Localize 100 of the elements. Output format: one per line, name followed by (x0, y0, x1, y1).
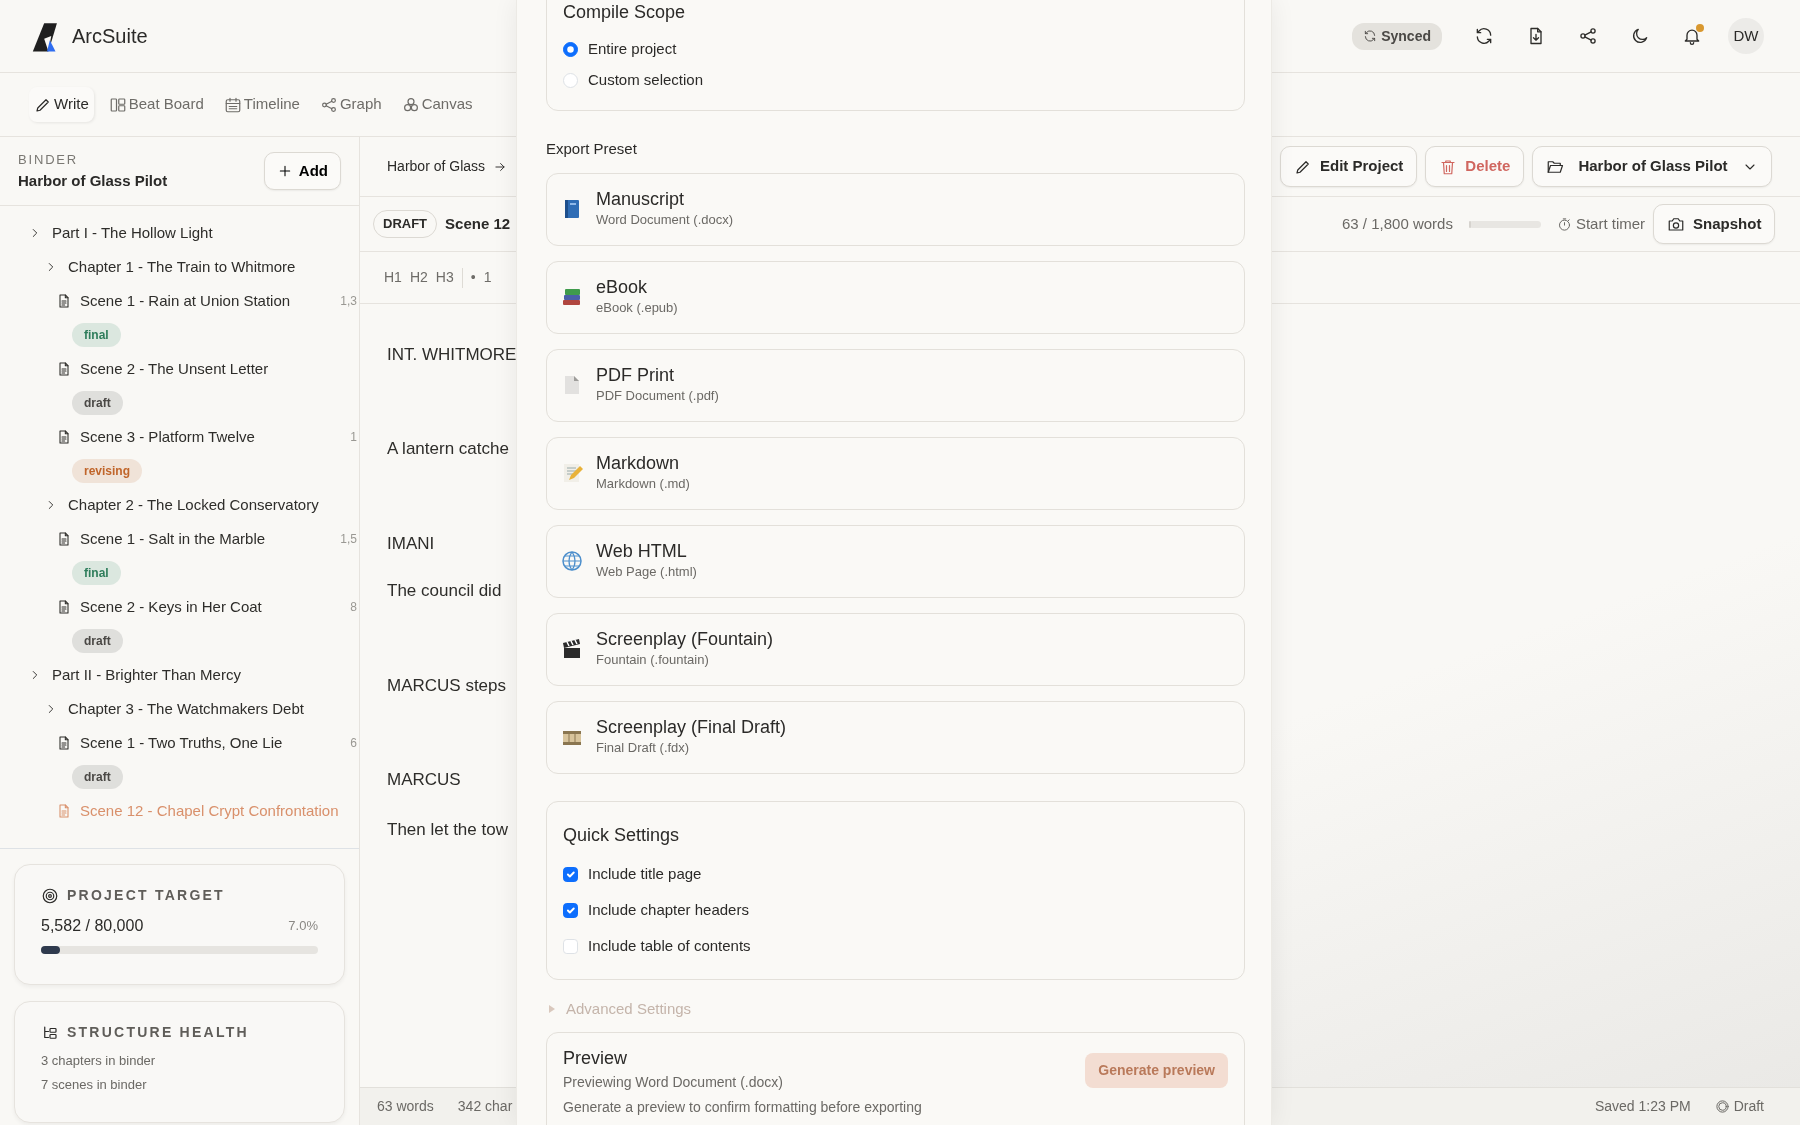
view-tab[interactable]: Canvas (396, 87, 478, 122)
checkbox[interactable] (563, 903, 578, 918)
option-label: Include chapter headers (588, 900, 749, 921)
document-icon (56, 429, 72, 445)
script-line: A lantern catche (387, 438, 509, 460)
status-tag: revising (72, 459, 143, 483)
refresh-icon[interactable] (1474, 26, 1494, 46)
section-title: Preview (563, 1047, 629, 1070)
camera-icon (1667, 215, 1686, 233)
preset-name: Web HTML (596, 540, 688, 562)
circles-icon (401, 95, 420, 114)
preset-option[interactable]: PDF Print PDF Document (.pdf) (546, 348, 1245, 422)
binder-item[interactable]: Part II - Brighter Than Mercy (0, 658, 359, 692)
trash-icon (1439, 157, 1458, 176)
rings-icon (1714, 1099, 1730, 1114)
preset-option[interactable]: Manuscript Word Document (.docx) (546, 172, 1245, 246)
option-label: Custom selection (588, 70, 704, 91)
snapshot-button[interactable]: Snapshot (1653, 203, 1776, 245)
sync-status: Synced (1352, 22, 1442, 50)
word-goal: 63 / 1,800 words (1342, 213, 1453, 234)
draft-status: Draft (1714, 1096, 1764, 1117)
preset-format: Fountain (.fountain) (596, 650, 710, 669)
binder-item[interactable]: Scene 1 - Salt in the Marble 1,5 (0, 522, 359, 556)
option-label: Entire project (588, 39, 677, 60)
document-icon (56, 293, 72, 309)
view-tab[interactable]: Beat Board (103, 87, 209, 122)
preset-format: eBook (.epub) (596, 298, 678, 317)
preset-format: Markdown (.md) (596, 474, 690, 493)
binder-item[interactable]: Scene 2 - Keys in Her Coat 8 (0, 590, 359, 624)
script-line: MARCUS (387, 769, 461, 791)
calendar-icon (223, 95, 242, 114)
binder-label: BINDER (18, 151, 80, 169)
view-tab[interactable]: Timeline (218, 87, 305, 122)
script-line: The council did (387, 580, 502, 602)
script-line: MARCUS steps (387, 675, 507, 697)
card-title: STRUCTURE HEALTH (67, 1023, 249, 1042)
add-button[interactable]: Add (263, 151, 341, 191)
preset-format: Final Draft (.fdx) (596, 738, 691, 757)
preset-option[interactable]: Screenplay (Fountain) Fountain (.fountain) (546, 612, 1245, 686)
format-button[interactable]: H2 (409, 267, 428, 288)
preset-option[interactable]: Web HTML Web Page (.html) (546, 524, 1245, 598)
format-button[interactable]: • (470, 267, 476, 288)
status-tag: draft (72, 629, 123, 653)
radio-button[interactable] (563, 42, 578, 57)
document-icon (56, 361, 72, 377)
edit-project-button[interactable]: Edit Project (1280, 146, 1418, 187)
preset-format: Web Page (.html) (596, 562, 697, 581)
checkbox[interactable] (563, 867, 578, 882)
binder-item[interactable]: Scene 1 - Rain at Union Station 1,3 (0, 284, 359, 318)
progress-text: 5,582 / 80,000 (41, 916, 144, 936)
preset-format: Word Document (.docx) (596, 210, 734, 229)
breadcrumb-link[interactable]: Harbor of Glass (387, 156, 486, 177)
status-tag: final (72, 561, 121, 585)
binder-item[interactable]: Scene 2 - The Unsent Letter (0, 352, 359, 386)
moon-icon[interactable] (1630, 26, 1650, 46)
stat-line: 7 scenes in binder (41, 1075, 148, 1094)
binder-item[interactable]: Chapter 2 - The Locked Conservatory (0, 488, 359, 522)
view-tab[interactable]: Write (29, 87, 94, 122)
preset-name: Screenplay (Final Draft) (596, 716, 787, 738)
hierarchy-icon (41, 1023, 59, 1042)
scene-title: Scene 12 (445, 213, 511, 234)
preview-subtitle: Previewing Word Document (.docx) (563, 1073, 783, 1092)
preset-format: PDF Document (.pdf) (596, 386, 719, 405)
preset-name: eBook (596, 276, 649, 298)
delete-button[interactable]: Delete (1425, 146, 1525, 187)
binder-item[interactable]: Part I - The Hollow Light (0, 216, 359, 250)
preset-option[interactable]: eBook eBook (.epub) (546, 260, 1245, 334)
word-count: 63 words (377, 1097, 434, 1116)
format-button[interactable]: 1 (483, 267, 492, 288)
binder-item[interactable]: Chapter 3 - The Watchmakers Debt (0, 692, 359, 726)
script-line: IMANI (387, 533, 435, 555)
script-line: Then let the tow (387, 819, 508, 841)
binder-item[interactable]: Scene 1 - Two Truths, One Lie 6 (0, 726, 359, 760)
percent-text: 7.0% (288, 917, 318, 936)
preset-option[interactable]: Markdown Markdown (.md) (546, 436, 1245, 510)
format-button[interactable]: H3 (435, 267, 454, 288)
word-count: 8 (350, 599, 357, 616)
nodes-icon (319, 95, 338, 114)
project-select[interactable]: Harbor of Glass Pilot (1532, 146, 1772, 187)
share-icon[interactable] (1578, 26, 1598, 46)
binder-item[interactable]: Chapter 1 - The Train to Whitmore (0, 250, 359, 284)
status-tag: draft (72, 765, 123, 789)
user-avatar[interactable]: DW (1728, 18, 1764, 54)
saved-status: Saved 1:23 PM (1594, 1097, 1691, 1116)
project-name: Harbor of Glass Pilot (18, 170, 168, 191)
format-button[interactable]: H1 (384, 267, 402, 288)
app-name: ArcSuite (72, 24, 148, 49)
document-icon (56, 531, 72, 547)
binder-item[interactable]: Scene 3 - Platform Twelve 1 (0, 420, 359, 454)
option-label: Include table of contents (588, 936, 751, 957)
target-icon (41, 886, 59, 905)
view-tab[interactable]: Graph (314, 87, 387, 122)
option-label: Include title page (588, 864, 702, 885)
word-count: 1,3 (340, 293, 357, 310)
preview-hint: Generate a preview to confirm formatting before exporting (563, 1098, 923, 1117)
stopwatch-icon (1556, 216, 1572, 232)
start-timer-button[interactable]: Start timer (1556, 212, 1646, 236)
card-title: PROJECT TARGET (67, 886, 225, 905)
preset-option[interactable]: Screenplay (Final Draft) Final Draft (.fdx) (546, 700, 1245, 774)
preset-name: PDF Print (596, 364, 675, 386)
